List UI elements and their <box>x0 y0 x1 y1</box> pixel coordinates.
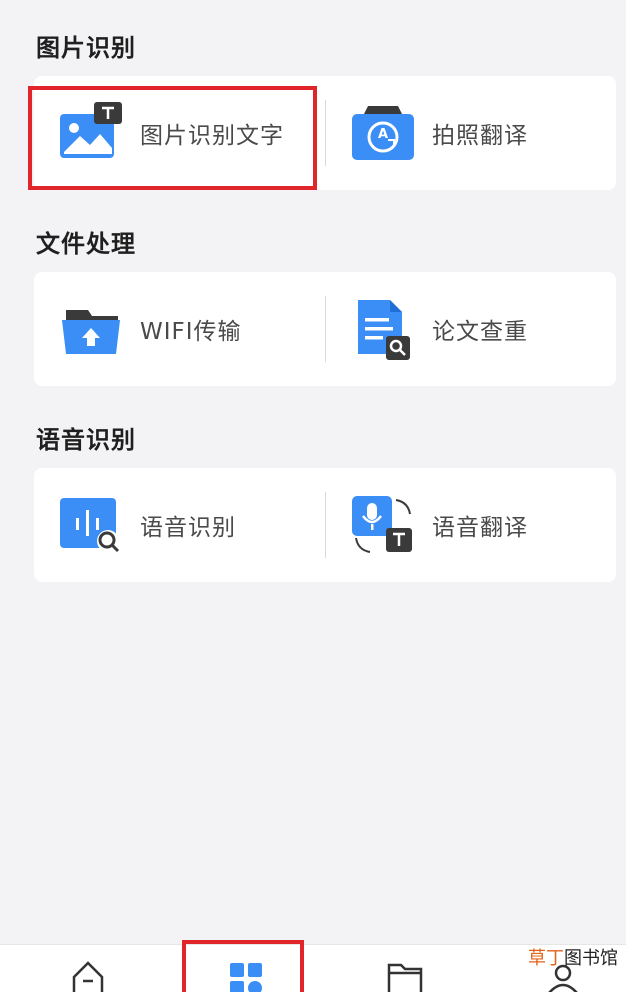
svg-text:A: A <box>378 127 388 142</box>
tab-tools[interactable] <box>191 945 301 992</box>
voice-recognition-card: 语音识别 语音翻译 <box>34 468 616 582</box>
tools-grid-icon <box>226 945 266 992</box>
folder-icon <box>385 945 425 992</box>
tool-label: 语音识别 <box>140 515 236 541</box>
home-icon <box>68 945 108 992</box>
tool-paper-check[interactable]: 论文查重 <box>326 272 617 386</box>
section-title-file-processing: 文件处理 <box>36 230 136 258</box>
voice-recognition-icon <box>60 494 122 556</box>
tab-files[interactable] <box>350 945 460 992</box>
watermark: 草丁图书馆 <box>528 944 618 970</box>
tool-label: 论文查重 <box>432 319 528 345</box>
section-title-image-recognition: 图片识别 <box>36 34 136 62</box>
image-recognition-card: 图片识别文字 A 拍照翻译 <box>34 76 616 190</box>
tool-label: 语音翻译 <box>432 515 528 541</box>
tool-voice-recognition[interactable]: 语音识别 <box>34 468 325 582</box>
file-processing-card: WIFI传输 论文查重 <box>34 272 616 386</box>
watermark-text: 图书馆 <box>564 948 618 969</box>
tool-label: 拍照翻译 <box>432 123 528 149</box>
tool-wifi-transfer[interactable]: WIFI传输 <box>34 272 325 386</box>
image-ocr-icon <box>60 102 122 164</box>
section-title-voice-recognition: 语音识别 <box>36 426 136 454</box>
paper-check-icon <box>352 298 414 360</box>
tool-photo-translate[interactable]: A 拍照翻译 <box>326 76 617 190</box>
tool-label: 图片识别文字 <box>140 123 284 149</box>
voice-translate-icon <box>352 494 414 556</box>
tool-voice-translate[interactable]: 语音翻译 <box>326 468 617 582</box>
watermark-accent: 草丁 <box>528 948 564 969</box>
photo-translate-icon: A <box>352 102 414 164</box>
tool-label: WIFI传输 <box>140 319 242 345</box>
tool-image-ocr[interactable]: 图片识别文字 <box>34 76 325 190</box>
tab-home[interactable] <box>33 945 143 992</box>
wifi-transfer-folder-icon <box>60 298 122 360</box>
